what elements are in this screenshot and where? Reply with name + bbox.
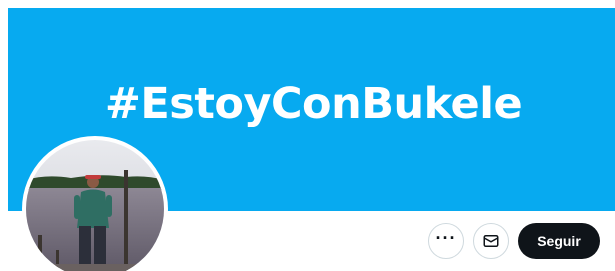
message-button[interactable] (473, 223, 509, 259)
more-horizontal-icon: ··· (435, 228, 457, 248)
more-options-button[interactable]: ··· (428, 223, 464, 259)
avatar[interactable] (22, 136, 168, 271)
follow-button-label: Seguir (537, 233, 581, 249)
avatar-photo (26, 140, 164, 271)
profile-header: #EstoyConBukele ··· Seguir (0, 0, 615, 271)
envelope-icon (483, 235, 499, 247)
banner-text: #EstoyConBukele (104, 78, 523, 129)
follow-button[interactable]: Seguir (518, 223, 600, 259)
